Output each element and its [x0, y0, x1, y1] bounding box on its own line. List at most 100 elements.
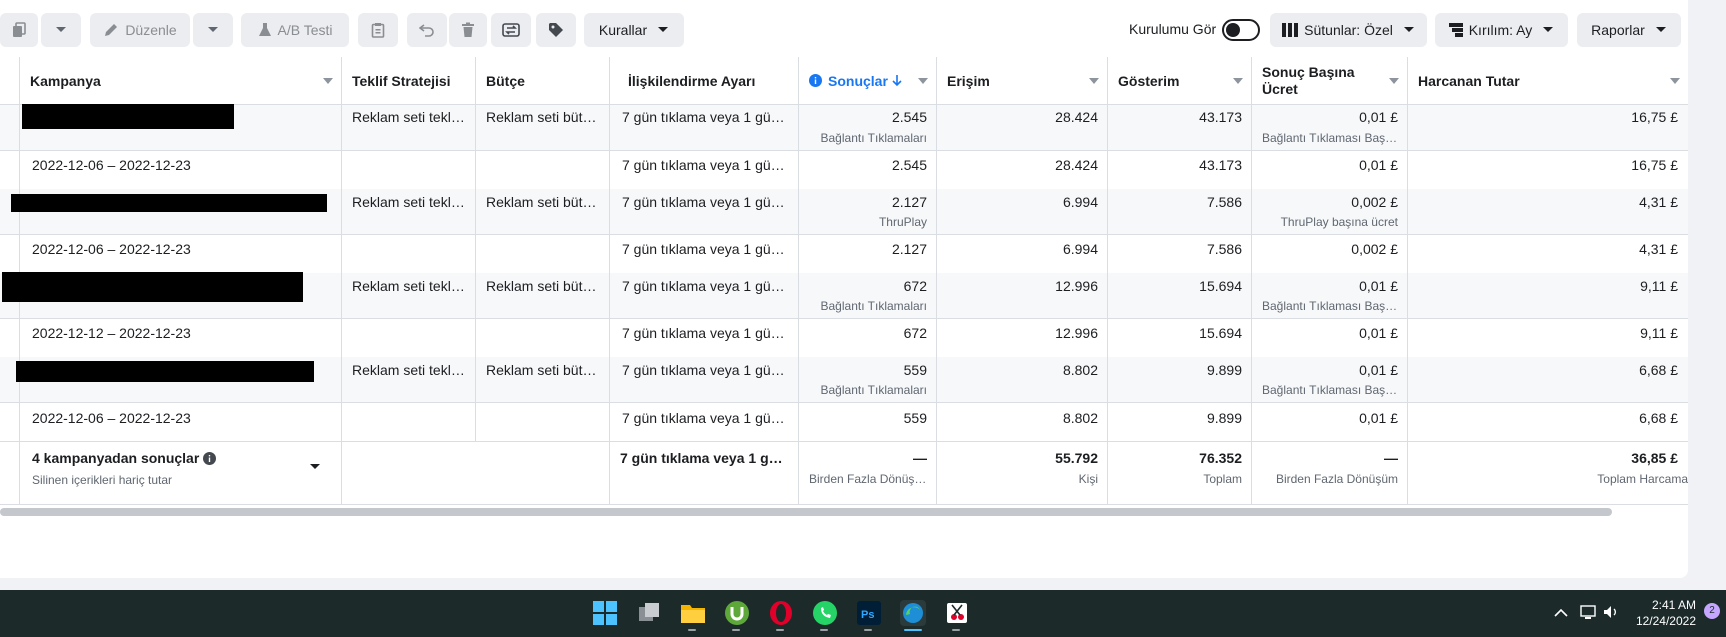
cost-per-result-type: Bağlantı Tıklaması Başına — [1262, 299, 1402, 313]
reports-button[interactable]: Raporlar — [1577, 13, 1681, 47]
attribution-cell: 7 gün tıklama veya 1 gün görüntüleme — [622, 362, 799, 378]
row-divider — [0, 402, 1688, 403]
running-indicator — [952, 629, 960, 631]
date-range-cell: 2022-12-06 – 2022-12-23 — [32, 410, 191, 426]
caret-down-icon[interactable] — [309, 463, 321, 471]
view-setup-toggle[interactable] — [1222, 19, 1260, 41]
amount-spent-cell: 9,11 £ — [1640, 325, 1678, 341]
bid-strategy-cell: Reklam seti teklif stratejisi — [352, 109, 476, 125]
impressions-cell: 15.694 — [1199, 325, 1242, 341]
caret-down-icon — [1543, 27, 1554, 32]
bid-strategy-cell: Reklam seti teklif stratejisi — [352, 194, 476, 210]
rules-button[interactable]: Kurallar — [584, 13, 684, 47]
swap-icon — [502, 23, 520, 37]
column-header-attribution[interactable]: İlişkilendirme Ayarı — [610, 57, 799, 105]
row-divider — [0, 318, 1688, 319]
edge-browser-icon[interactable] — [900, 600, 926, 626]
edit-dropdown-button[interactable] — [193, 13, 233, 47]
column-header-results[interactable]: Sonuçlar — [799, 57, 937, 105]
edit-button[interactable]: Düzenle — [90, 13, 190, 47]
amount-spent-cell: 4,31 £ — [1639, 194, 1678, 210]
cost-per-result-cell: 0,01 £ — [1359, 325, 1398, 341]
ab-test-label: A/B Testi — [277, 22, 333, 38]
attribution-cell: 7 gün tıklama veya 1 gün görüntüleme — [622, 109, 799, 125]
column-header-bid-strategy[interactable]: Teklif Stratejisi — [342, 57, 476, 105]
ab-test-button[interactable]: A/B Testi — [241, 13, 349, 47]
breakdown-button[interactable]: Kırılım: Ay — [1435, 13, 1568, 47]
cost-per-result-cell: 0,01 £ — [1359, 157, 1398, 173]
results-cell: 672 — [903, 325, 927, 341]
redacted-campaign-name — [11, 194, 327, 212]
column-header-amount-spent[interactable]: Harcanan Tutar — [1408, 57, 1688, 105]
column-header-campaign[interactable]: Kampanya — [20, 57, 342, 105]
reach-cell: 6.994 — [1062, 241, 1098, 257]
cost-per-result-cell: 0,002 £ — [1351, 241, 1398, 257]
caret-down-icon — [208, 27, 218, 32]
clock-time[interactable]: 2:41 AM — [1628, 598, 1696, 612]
row-divider — [0, 150, 1688, 151]
column-header-attribution-label: İlişkilendirme Ayarı — [628, 72, 756, 89]
redacted-campaign-name — [22, 104, 234, 129]
photoshop-icon[interactable]: Ps — [856, 600, 882, 626]
horizontal-scrollbar[interactable] — [0, 508, 1612, 516]
reach-cell: 8.802 — [1062, 410, 1098, 426]
task-view-icon[interactable] — [636, 600, 662, 626]
reach-cell: 28.424 — [1055, 109, 1098, 125]
summary-attribution: 7 gün tıklama veya 1 gün görüntüleme — [620, 450, 799, 466]
opera-icon[interactable] — [768, 600, 794, 626]
budget-cell: Reklam seti bütçesi — [486, 278, 608, 294]
info-icon[interactable] — [203, 451, 217, 465]
reach-cell: 12.996 — [1055, 278, 1098, 294]
col-divider — [341, 105, 342, 504]
column-header-budget[interactable]: Bütçe — [476, 57, 610, 105]
tag-button[interactable] — [536, 13, 576, 47]
column-header-cost-per-result[interactable]: Sonuç Başına Ücret — [1252, 57, 1408, 105]
column-header-reach[interactable]: Erişim — [937, 57, 1108, 105]
column-header-bid-strategy-label: Teklif Stratejisi — [352, 72, 451, 89]
bid-strategy-cell: Reklam seti teklif stratejisi — [352, 362, 476, 378]
clipboard-button[interactable] — [358, 13, 398, 47]
cost-per-result-type: ThruPlay başına ücret — [1280, 215, 1398, 229]
column-header-campaign-label: Kampanya — [30, 72, 101, 89]
swap-button[interactable] — [491, 13, 531, 47]
columns-label: Sütunlar: Özel — [1304, 22, 1393, 38]
clipboard-icon — [371, 23, 385, 38]
caret-down-icon — [1655, 27, 1666, 32]
impressions-cell: 7.586 — [1206, 194, 1242, 210]
network-icon[interactable] — [1580, 604, 1598, 620]
column-header-impressions[interactable]: Gösterim — [1108, 57, 1252, 105]
summary-impressions-sub: Toplam — [1203, 472, 1242, 486]
caret-down-icon — [1403, 27, 1414, 32]
results-cell: 559 — [903, 410, 927, 426]
duplicate-button[interactable] — [0, 13, 38, 47]
results-cell: 2.127 — [891, 241, 927, 257]
columns-button[interactable]: Sütunlar: Özel — [1270, 13, 1427, 47]
whatsapp-icon[interactable] — [812, 600, 838, 626]
windows-start-icon[interactable] — [592, 600, 618, 626]
select-column-header[interactable] — [0, 57, 20, 105]
chevron-up-icon[interactable] — [1554, 608, 1568, 618]
running-indicator — [732, 629, 740, 631]
snipping-tool-icon[interactable] — [944, 600, 970, 626]
attribution-cell: 7 gün tıklama veya 1 gün görüntüleme — [622, 157, 799, 173]
summary-amount-spent: 36,85 £ — [1631, 450, 1678, 466]
impressions-cell: 43.173 — [1199, 109, 1242, 125]
notification-badge[interactable]: 2 — [1704, 603, 1720, 619]
sort-caret-icon — [1670, 78, 1680, 84]
cost-per-result-type: Bağlantı Tıklaması Başına — [1262, 131, 1402, 145]
attribution-cell: 7 gün tıklama veya 1 gün görüntüleme — [622, 241, 799, 257]
delete-button[interactable] — [449, 13, 487, 47]
ads-manager-panel: Düzenle A/B Testi Kurallar Kurulumu Gör — [0, 0, 1688, 578]
results-type: ThruPlay — [878, 215, 927, 229]
undo-button[interactable] — [407, 13, 447, 47]
summary-title: 4 kampanyadan sonuçlar — [22, 450, 282, 466]
summary-amount-spent-sub: Toplam Harcama — [1597, 472, 1688, 486]
utorrent-icon[interactable] — [724, 600, 750, 626]
volume-icon[interactable] — [1603, 604, 1619, 620]
duplicate-dropdown-button[interactable] — [41, 13, 81, 47]
attribution-cell: 7 gün tıklama veya 1 gün görüntüleme — [622, 325, 799, 341]
flask-icon — [258, 23, 271, 36]
file-explorer-icon[interactable] — [680, 600, 706, 626]
clock-date[interactable]: 12/24/2022 — [1624, 614, 1696, 628]
results-cell: 2.127 — [891, 194, 927, 210]
